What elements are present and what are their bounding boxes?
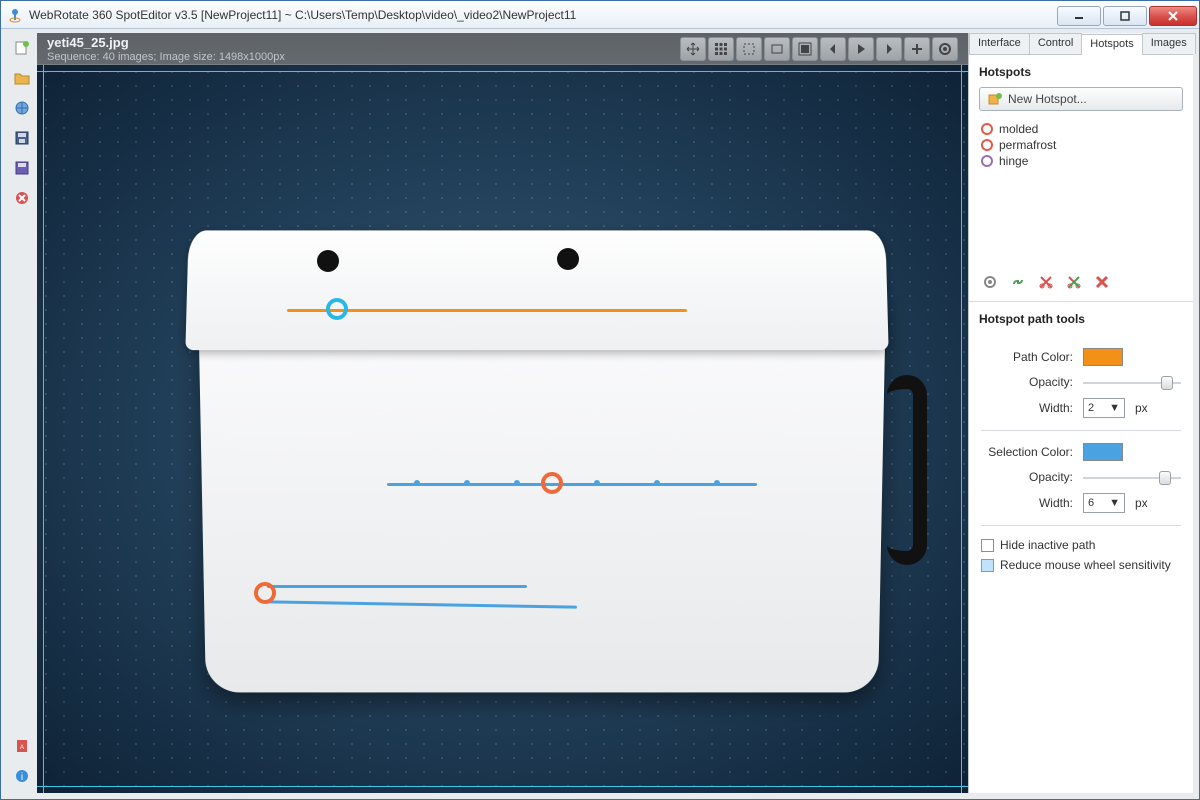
left-toolbar: A i xyxy=(7,33,37,793)
hotspot-bullet-icon xyxy=(981,123,993,135)
fullscreen-tool-icon[interactable] xyxy=(792,37,818,61)
svg-text:A: A xyxy=(20,745,24,751)
sel-color-swatch[interactable] xyxy=(1083,443,1123,461)
sel-opacity-label: Opacity: xyxy=(981,470,1073,484)
move-tool-icon[interactable] xyxy=(680,37,706,61)
info-icon[interactable]: i xyxy=(13,767,31,785)
open-folder-icon[interactable] xyxy=(13,69,31,87)
window-title: WebRotate 360 SpotEditor v3.5 [NewProjec… xyxy=(29,8,1057,22)
close-button[interactable] xyxy=(1149,6,1197,26)
tab-hotspots[interactable]: Hotspots xyxy=(1081,34,1142,55)
path-opacity-label: Opacity: xyxy=(981,375,1073,389)
hide-inactive-row[interactable]: Hide inactive path xyxy=(981,538,1181,552)
sel-color-label: Selection Color: xyxy=(981,445,1073,459)
guide-left xyxy=(43,65,44,793)
save-icon[interactable] xyxy=(13,129,31,147)
remove-icon[interactable] xyxy=(1093,273,1111,291)
hotspot-item-hinge[interactable]: hinge xyxy=(981,153,1181,169)
prev-frame-icon[interactable] xyxy=(820,37,846,61)
path-width-combo[interactable]: 2▼ xyxy=(1083,398,1125,418)
panel-tabs: Interface Control Hotspots Images xyxy=(969,33,1193,55)
canvas-toolbar: yeti45_25.jpg Sequence: 40 images; Image… xyxy=(37,33,968,65)
link-icon[interactable] xyxy=(1009,273,1027,291)
guide-bottom xyxy=(37,786,968,787)
hotspot-list: molded permafrost hinge xyxy=(969,119,1193,269)
hotspot-marker-molded[interactable] xyxy=(326,298,348,320)
path-tools-heading: Hotspot path tools xyxy=(969,302,1193,332)
hotspot-item-label: hinge xyxy=(999,154,1028,168)
hotspot-bullet-icon xyxy=(981,155,993,167)
select-tool-icon[interactable] xyxy=(736,37,762,61)
app-window: WebRotate 360 SpotEditor v3.5 [NewProjec… xyxy=(0,0,1200,800)
hotspot-item-permafrost[interactable]: permafrost xyxy=(981,137,1181,153)
hotspot-marker-hinge[interactable] xyxy=(254,582,276,604)
hotspot-item-label: molded xyxy=(999,122,1038,136)
path-opacity-slider[interactable] xyxy=(1083,374,1181,390)
sel-opacity-slider[interactable] xyxy=(1083,469,1181,485)
delete-icon[interactable] xyxy=(13,189,31,207)
titlebar: WebRotate 360 SpotEditor v3.5 [NewProjec… xyxy=(1,1,1199,29)
sel-width-combo[interactable]: 6▼ xyxy=(1083,493,1125,513)
next-frame-icon[interactable] xyxy=(876,37,902,61)
cut-green-icon[interactable] xyxy=(1065,273,1083,291)
gear-icon[interactable] xyxy=(981,273,999,291)
save-as-icon[interactable] xyxy=(13,159,31,177)
checkbox-icon[interactable] xyxy=(981,539,994,552)
hotspot-item-molded[interactable]: molded xyxy=(981,121,1181,137)
image-filename: yeti45_25.jpg xyxy=(47,35,285,50)
play-icon[interactable] xyxy=(848,37,874,61)
hotspot-marker-permafrost[interactable] xyxy=(541,472,563,494)
reduce-wheel-row[interactable]: Reduce mouse wheel sensitivity xyxy=(981,558,1181,572)
px-label-2: px xyxy=(1135,496,1148,510)
new-hotspot-label: New Hotspot... xyxy=(1008,92,1087,106)
svg-text:i: i xyxy=(21,772,23,783)
new-hotspot-button[interactable]: New Hotspot... xyxy=(979,87,1183,111)
canvas-area: yeti45_25.jpg Sequence: 40 images; Image… xyxy=(37,33,968,793)
tab-control[interactable]: Control xyxy=(1029,33,1082,54)
hotspot-actions xyxy=(969,269,1193,302)
globe-icon[interactable] xyxy=(13,99,31,117)
hotspot-path-hinge[interactable] xyxy=(267,585,527,588)
image-meta: Sequence: 40 images; Image size: 1498x10… xyxy=(47,51,285,63)
hotspots-heading: Hotspots xyxy=(969,55,1193,85)
zoom-in-icon[interactable] xyxy=(904,37,930,61)
hotspot-bullet-icon xyxy=(981,139,993,151)
sel-width-label: Width: xyxy=(981,496,1073,510)
hotspot-item-label: permafrost xyxy=(999,138,1056,152)
path-color-swatch[interactable] xyxy=(1083,348,1123,366)
pdf-icon[interactable]: A xyxy=(13,737,31,755)
px-label: px xyxy=(1135,401,1148,415)
fit-tool-icon[interactable] xyxy=(764,37,790,61)
maximize-button[interactable] xyxy=(1103,6,1147,26)
guide-top xyxy=(37,71,968,72)
properties-panel: Interface Control Hotspots Images Hotspo… xyxy=(968,33,1193,793)
path-width-label: Width: xyxy=(981,401,1073,415)
cut-icon[interactable] xyxy=(1037,273,1055,291)
viewport[interactable] xyxy=(37,65,968,793)
app-icon xyxy=(7,7,23,23)
guide-right xyxy=(961,65,962,793)
grid-tool-icon[interactable] xyxy=(708,37,734,61)
hide-inactive-label: Hide inactive path xyxy=(1000,538,1095,552)
reduce-wheel-label: Reduce mouse wheel sensitivity xyxy=(1000,558,1171,572)
path-color-label: Path Color: xyxy=(981,350,1073,364)
tab-interface[interactable]: Interface xyxy=(969,33,1030,54)
minimize-button[interactable] xyxy=(1057,6,1101,26)
tab-images[interactable]: Images xyxy=(1142,33,1196,54)
settings-gear-icon[interactable] xyxy=(932,37,958,61)
hotspot-path-permafrost[interactable] xyxy=(387,483,757,486)
checkbox-icon[interactable] xyxy=(981,559,994,572)
new-project-icon[interactable] xyxy=(13,39,31,57)
